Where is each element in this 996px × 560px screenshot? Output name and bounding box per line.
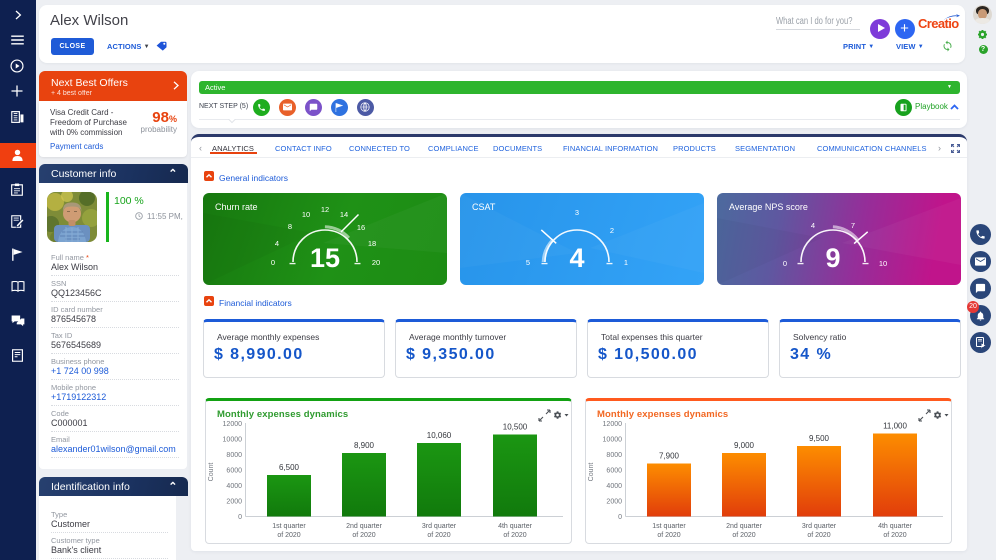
svg-text:of 2020: of 2020 <box>503 532 526 539</box>
svg-text:4: 4 <box>569 243 584 273</box>
svg-text:11,000: 11,000 <box>883 422 907 431</box>
svg-text:18: 18 <box>368 239 376 248</box>
svg-text:4000: 4000 <box>226 483 242 490</box>
svg-text:9,500: 9,500 <box>809 434 830 443</box>
svg-text:8: 8 <box>288 222 292 231</box>
svg-text:of 2020: of 2020 <box>427 532 450 539</box>
svg-text:4: 4 <box>811 221 815 230</box>
svg-text:0: 0 <box>238 514 242 521</box>
svg-text:6000: 6000 <box>606 468 622 475</box>
svg-text:2000: 2000 <box>606 499 622 506</box>
svg-text:10,500: 10,500 <box>503 423 528 432</box>
svg-text:10: 10 <box>302 210 310 219</box>
svg-text:4000: 4000 <box>606 483 622 490</box>
svg-text:5: 5 <box>526 258 530 267</box>
svg-text:4th quarter: 4th quarter <box>878 523 913 530</box>
svg-text:8000: 8000 <box>226 452 242 459</box>
svg-text:3: 3 <box>575 208 579 217</box>
svg-text:of 2020: of 2020 <box>277 532 300 539</box>
svg-text:12000: 12000 <box>223 421 243 428</box>
svg-text:7: 7 <box>851 221 855 230</box>
svg-text:2000: 2000 <box>226 499 242 506</box>
svg-text:3rd quarter: 3rd quarter <box>422 523 457 530</box>
svg-text:of 2020: of 2020 <box>807 532 830 539</box>
svg-text:2: 2 <box>610 226 614 235</box>
svg-text:10: 10 <box>879 259 887 268</box>
svg-text:16: 16 <box>357 223 365 232</box>
svg-text:8,900: 8,900 <box>354 441 375 450</box>
svg-text:2nd quarter: 2nd quarter <box>726 523 762 530</box>
svg-text:10000: 10000 <box>603 437 623 444</box>
svg-text:Count: Count <box>208 463 215 482</box>
svg-text:9: 9 <box>825 243 840 273</box>
svg-text:Count: Count <box>588 463 595 482</box>
svg-text:0: 0 <box>783 259 787 268</box>
svg-text:7,900: 7,900 <box>659 452 680 461</box>
svg-text:3rd quarter: 3rd quarter <box>802 523 837 530</box>
svg-text:1: 1 <box>624 258 628 267</box>
svg-text:of 2020: of 2020 <box>732 532 755 539</box>
svg-text:4: 4 <box>275 239 279 248</box>
svg-text:15: 15 <box>310 243 340 273</box>
svg-text:6000: 6000 <box>226 468 242 475</box>
svg-text:0: 0 <box>271 258 275 267</box>
svg-text:of 2020: of 2020 <box>657 532 680 539</box>
svg-text:of 2020: of 2020 <box>352 532 375 539</box>
svg-text:6,500: 6,500 <box>279 463 300 472</box>
svg-text:1st quarter: 1st quarter <box>652 523 686 530</box>
svg-text:12: 12 <box>321 205 329 214</box>
svg-text:4th quarter: 4th quarter <box>498 523 533 530</box>
svg-text:2nd quarter: 2nd quarter <box>346 523 382 530</box>
svg-text:20: 20 <box>372 258 380 267</box>
svg-text:10,060: 10,060 <box>427 431 452 440</box>
svg-text:14: 14 <box>340 210 348 219</box>
svg-text:of 2020: of 2020 <box>883 532 906 539</box>
svg-text:12000: 12000 <box>603 421 623 428</box>
svg-text:10000: 10000 <box>223 437 243 444</box>
svg-text:0: 0 <box>618 514 622 521</box>
svg-text:1st quarter: 1st quarter <box>272 523 306 530</box>
svg-text:8000: 8000 <box>606 452 622 459</box>
svg-text:9,000: 9,000 <box>734 441 755 450</box>
